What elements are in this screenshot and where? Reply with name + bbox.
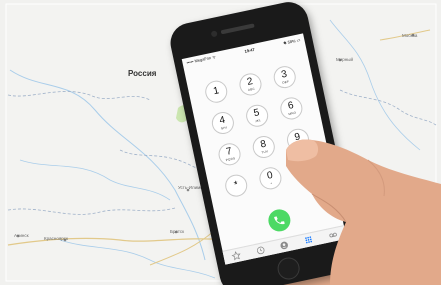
call-button[interactable]	[266, 207, 293, 234]
earpiece-speaker	[220, 23, 255, 35]
key-7[interactable]: 7 PQRS	[216, 141, 243, 168]
key-letters: MNO	[288, 110, 297, 117]
tab-voicemail[interactable]	[328, 230, 339, 241]
key-9[interactable]: 9 WXYZ	[284, 126, 312, 153]
key-letters: GHI	[220, 125, 228, 131]
key-digit: 0	[266, 169, 274, 182]
keypad-grid-icon	[305, 236, 313, 244]
home-button[interactable]	[275, 255, 302, 282]
key-6[interactable]: 6 MNO	[278, 95, 305, 122]
tab-recents[interactable]	[255, 245, 266, 256]
key-digit: 1	[212, 85, 221, 98]
photo-scene: Россия Москва Мирный Усть-Илимск Ачинск …	[0, 0, 441, 285]
map-country-label: Россия	[128, 69, 157, 78]
key-digit: #	[300, 164, 309, 177]
status-battery: ✱ 58% ▭	[282, 36, 301, 46]
map-city-label: Мирный	[336, 57, 353, 62]
key-letters: DEF	[281, 79, 290, 85]
map-city-label: Братск	[170, 229, 185, 234]
contact-icon	[280, 241, 289, 250]
key-hash[interactable]: #	[291, 157, 318, 185]
key-letters: PQRS	[225, 156, 236, 163]
status-time: 19:47	[243, 46, 256, 54]
key-letters: ABC	[247, 86, 256, 93]
map-city-label: Москва	[402, 33, 418, 38]
map-city-label: Ачинск	[14, 233, 29, 238]
phone-handset-icon	[274, 216, 285, 225]
key-letters: WXYZ	[293, 141, 305, 148]
key-letters: +	[270, 181, 273, 186]
tab-contacts[interactable]	[279, 240, 290, 251]
key-2[interactable]: 2 ABC	[237, 71, 264, 98]
key-letters: TUV	[261, 149, 269, 155]
star-icon	[231, 251, 241, 261]
key-3[interactable]: 3 DEF	[271, 64, 298, 91]
voicemail-icon	[329, 232, 337, 238]
status-bar: ••••• MegaFon ᯤ 19:47 ✱ 58% ▭	[182, 33, 305, 69]
key-digit: *	[233, 179, 240, 191]
key-5[interactable]: 5 JKL	[244, 102, 271, 129]
key-4[interactable]: 4 GHI	[209, 109, 236, 137]
status-carrier: ••••• MegaFon ᯤ	[186, 54, 217, 66]
front-camera	[210, 30, 218, 38]
dial-keypad: 1 2 ABC 3 DEF 4 GHI 5 JKL 6 MNO 7 PQRS 8…	[203, 64, 318, 199]
clock-icon	[256, 246, 265, 255]
key-8[interactable]: 8 TUV	[250, 133, 277, 161]
key-0[interactable]: 0 +	[257, 165, 284, 192]
key-1[interactable]: 1	[203, 78, 230, 105]
tab-favorites[interactable]	[231, 250, 242, 261]
tab-keypad[interactable]	[304, 235, 315, 246]
map-city-label: Красноярск	[44, 236, 69, 241]
key-star[interactable]: *	[223, 172, 250, 199]
key-letters: JKL	[254, 118, 262, 124]
